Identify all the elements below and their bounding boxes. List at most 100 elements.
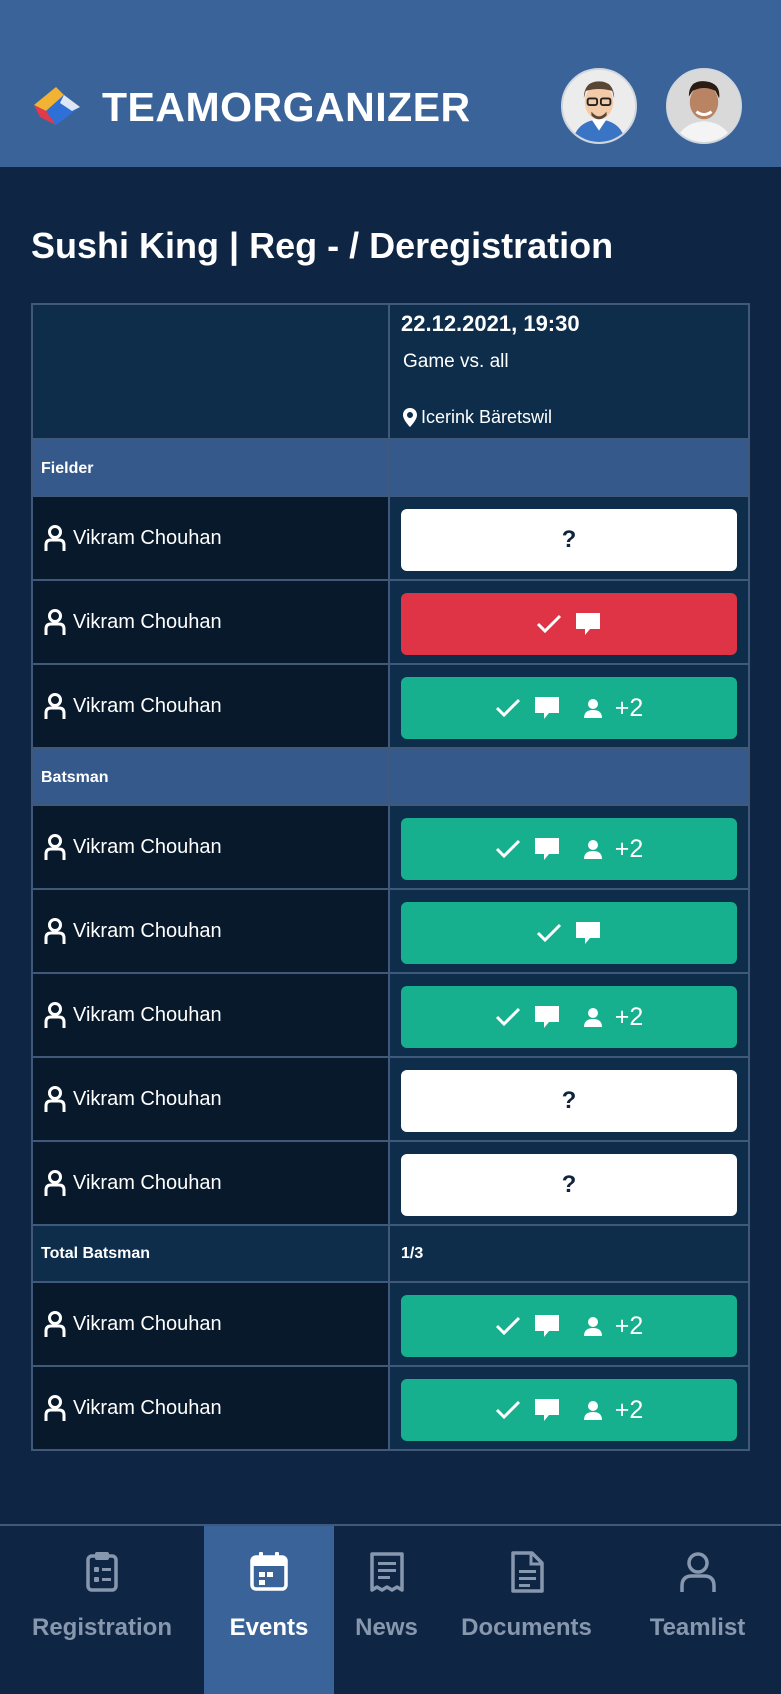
avatar[interactable] xyxy=(666,68,742,144)
player-name-label: Vikram Chouhan xyxy=(73,1312,222,1335)
group-header-row: Batsman xyxy=(33,749,750,806)
status-accepted-button[interactable]: +2 xyxy=(401,986,737,1048)
person-icon xyxy=(44,1311,66,1337)
nav-events-label: Events xyxy=(229,1614,309,1641)
group-label-cell: Fielder xyxy=(33,440,390,495)
player-name: Vikram Chouhan xyxy=(44,806,222,888)
group-total-row: Total Batsman 1/3 xyxy=(33,1226,750,1283)
status-accepted-button[interactable]: +2 xyxy=(401,1379,737,1441)
player-row: Vikram Chouhan +2 xyxy=(33,1283,750,1367)
player-status-cell: ? xyxy=(390,1058,750,1140)
map-pin-icon xyxy=(403,408,417,427)
guest-count: +2 xyxy=(583,693,644,723)
group-label-cell: Batsman xyxy=(33,749,390,804)
avatar[interactable] xyxy=(561,68,637,144)
player-name: Vikram Chouhan xyxy=(44,1058,222,1140)
comment-icon xyxy=(534,1399,559,1421)
total-label-cell: Total Batsman xyxy=(33,1226,390,1281)
player-name-cell: Vikram Chouhan xyxy=(33,1283,390,1365)
player-name-cell: Vikram Chouhan xyxy=(33,497,390,579)
guest-count-label: +2 xyxy=(614,1395,644,1424)
group-empty-cell xyxy=(390,749,750,804)
player-row: Vikram Chouhan xyxy=(33,890,750,974)
guest-count: +2 xyxy=(583,1395,644,1425)
player-name-label: Vikram Chouhan xyxy=(73,919,222,942)
calendar-icon xyxy=(250,1552,288,1591)
avatar-illustration-icon xyxy=(563,70,635,142)
guest-count-label: +2 xyxy=(614,1311,644,1340)
nav-teamlist-label: Teamlist xyxy=(649,1614,746,1641)
player-status-cell: ? xyxy=(390,497,750,579)
guest-user-icon xyxy=(583,840,602,859)
player-name-cell: Vikram Chouhan xyxy=(33,974,390,1056)
player-status-cell: +2 xyxy=(390,1283,750,1365)
status-accepted-button[interactable]: +2 xyxy=(401,818,737,880)
guest-count-label: +2 xyxy=(614,693,644,722)
status-pending-button[interactable]: ? xyxy=(401,1070,737,1132)
guest-count: +2 xyxy=(583,1003,643,1032)
player-name-label: Vikram Chouhan xyxy=(73,526,222,549)
total-label: Total Batsman xyxy=(41,1245,151,1262)
nav-events[interactable]: Events xyxy=(204,1526,334,1694)
guest-count: +2 xyxy=(583,1311,644,1341)
player-name-label: Vikram Chouhan xyxy=(73,835,222,858)
status-pending-button[interactable]: ? xyxy=(401,1154,737,1216)
status-declined-button[interactable] xyxy=(401,593,737,655)
player-status-cell: +2 xyxy=(390,974,750,1056)
player-name-label: Vikram Chouhan xyxy=(73,1171,222,1194)
nav-teamlist[interactable]: Teamlist xyxy=(614,1526,781,1694)
comment-icon xyxy=(534,697,559,719)
player-name-label: Vikram Chouhan xyxy=(73,1396,222,1419)
person-icon xyxy=(679,1552,716,1592)
player-name-label: Vikram Chouhan xyxy=(73,1003,222,1026)
status-accepted-button[interactable]: +2 xyxy=(401,1295,737,1357)
player-row: Vikram Chouhan +2 xyxy=(33,974,750,1058)
player-row: Vikram Chouhan +2 xyxy=(33,665,750,749)
logo-icon xyxy=(34,87,80,125)
total-value: 1/3 xyxy=(401,1245,424,1262)
event-date: 22.12.2021, 19:30 xyxy=(401,311,580,336)
person-icon xyxy=(44,1002,66,1028)
player-name-cell: Vikram Chouhan xyxy=(33,581,390,663)
player-name-cell: Vikram Chouhan xyxy=(33,665,390,747)
player-row: Vikram Chouhan xyxy=(33,581,750,665)
comment-icon xyxy=(534,1006,559,1028)
brand-name: TEAMORGANIZER xyxy=(102,84,471,130)
registration-table: 22.12.2021, 19:30 Game vs. all Icerink B… xyxy=(31,303,750,1451)
guest-user-icon xyxy=(583,699,602,718)
player-status-cell xyxy=(390,890,750,972)
nav-news[interactable]: News xyxy=(334,1526,439,1694)
comment-icon xyxy=(576,613,600,635)
event-type: Game vs. all xyxy=(403,351,509,372)
player-status-cell xyxy=(390,581,750,663)
status-accepted-button[interactable]: +2 xyxy=(401,677,737,739)
nav-registration-label: Registration xyxy=(31,1614,172,1641)
guest-count-label: +2 xyxy=(614,834,644,863)
person-icon xyxy=(44,1086,66,1112)
player-row: Vikram Chouhan +2 xyxy=(33,806,750,890)
nav-documents[interactable]: Documents xyxy=(439,1526,614,1694)
person-icon xyxy=(44,834,66,860)
guest-user-icon xyxy=(583,1008,602,1027)
page-title: Sushi King | Reg - / Deregistration xyxy=(31,225,614,266)
player-row: Vikram Chouhan? xyxy=(33,1142,750,1226)
guest-user-icon xyxy=(583,1317,602,1336)
player-name-cell: Vikram Chouhan xyxy=(33,1367,390,1449)
player-name-cell: Vikram Chouhan xyxy=(33,806,390,888)
nav-registration[interactable]: Registration xyxy=(0,1526,204,1694)
player-name: Vikram Chouhan xyxy=(44,1283,222,1365)
check-icon xyxy=(536,614,562,634)
status-accepted-button[interactable] xyxy=(401,902,737,964)
group-empty-cell xyxy=(390,440,750,495)
player-name: Vikram Chouhan xyxy=(44,890,222,972)
check-icon xyxy=(495,839,520,859)
player-row: Vikram Chouhan? xyxy=(33,497,750,581)
nav-news-label: News xyxy=(355,1614,418,1641)
person-icon xyxy=(44,1170,66,1196)
status-pending-button[interactable]: ? xyxy=(401,509,737,571)
player-status-cell: +2 xyxy=(390,665,750,747)
player-row: Vikram Chouhan +2 xyxy=(33,1367,750,1451)
player-name: Vikram Chouhan xyxy=(44,1142,222,1224)
comment-icon xyxy=(534,1315,559,1337)
player-name: Vikram Chouhan xyxy=(44,497,222,579)
